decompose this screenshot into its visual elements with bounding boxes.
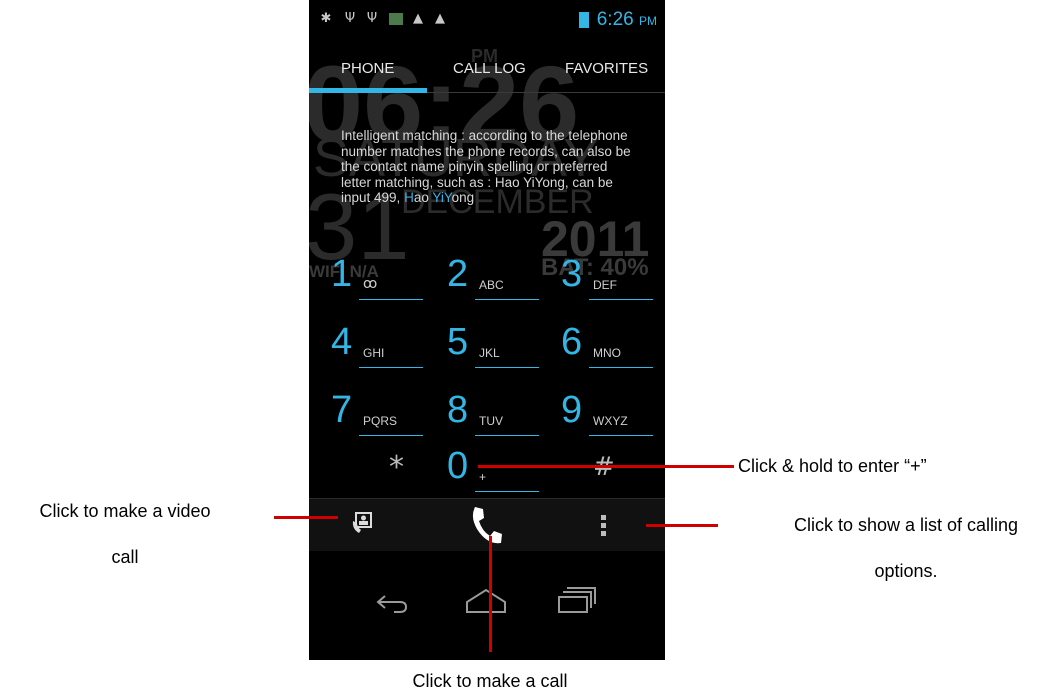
annotation-make-call: Click to make a call <box>412 671 568 691</box>
tab-divider <box>427 92 665 93</box>
phone-screen: PM 06:26 SATURDAY 31 DECEMBER 2011 WIFI … <box>309 0 665 660</box>
home-icon <box>466 588 506 613</box>
key-star[interactable]: * <box>389 450 404 485</box>
usb-icon: Ψ <box>366 11 378 26</box>
annotation-options: Click to show a list of calling options. <box>750 508 1062 588</box>
key-letters: + <box>479 470 487 484</box>
key-digit: 6 <box>561 321 583 363</box>
key-underline <box>475 367 539 368</box>
hint-text-ao: ao <box>413 190 433 205</box>
key-letters: WXYZ <box>593 414 628 428</box>
annotation-line-options <box>646 524 718 527</box>
back-button[interactable] <box>375 592 409 619</box>
warning-icon: ▲ <box>413 11 423 26</box>
video-call-icon <box>352 512 372 533</box>
phone-icon <box>472 507 502 544</box>
hint-text: Intelligent matching : according to the … <box>341 128 631 205</box>
key-digit: 5 <box>447 321 469 363</box>
key-underline <box>475 491 539 492</box>
key-underline <box>589 367 653 368</box>
key-2[interactable]: 2 ABC <box>447 248 547 300</box>
recent-apps-icon <box>558 587 596 613</box>
key-underline <box>475 435 539 436</box>
key-letters: MNO <box>593 346 621 360</box>
hint-highlight-yi: Yi <box>432 190 444 205</box>
key-digit: 9 <box>561 389 583 431</box>
annotation-video-call: Click to make a video call <box>0 494 250 574</box>
status-time: 6:26 <box>596 9 634 30</box>
key-letters: TUV <box>479 414 503 428</box>
usb-icon: Ψ <box>344 11 356 26</box>
hint-text-ong: ong <box>451 190 475 205</box>
key-letters: JKL <box>479 346 500 360</box>
tab-phone[interactable]: PHONE <box>341 60 394 77</box>
navigation-bar <box>309 556 665 660</box>
key-digit: 1 <box>331 253 353 295</box>
key-4[interactable]: 4 GHI <box>331 316 431 368</box>
key-underline <box>359 435 423 436</box>
annotation-options-line1: Click to show a list of calling <box>793 515 1019 535</box>
key-6[interactable]: 6 MNO <box>561 316 661 368</box>
warning-icon: ▲ <box>435 11 445 26</box>
key-underline <box>589 435 653 436</box>
overflow-menu-button[interactable] <box>601 515 607 537</box>
key-digit: 3 <box>561 253 583 295</box>
key-digit: 7 <box>331 389 353 431</box>
annotation-line-video-call <box>274 516 338 519</box>
key-underline <box>475 299 539 300</box>
key-letters: DEF <box>593 278 617 292</box>
overflow-menu-icon <box>601 515 606 536</box>
tab-favorites[interactable]: FAVORITES <box>565 60 648 77</box>
hint-highlight-y: Y <box>443 190 452 205</box>
annotation-hold-plus: Click & hold to enter “+” <box>738 456 927 476</box>
key-9[interactable]: 9 WXYZ <box>561 384 661 436</box>
matching-hint: Intelligent matching : according to the … <box>341 128 641 206</box>
key-digit: 0 <box>447 445 469 487</box>
bug-icon: ✱ <box>320 11 332 26</box>
key-digit: 8 <box>447 389 469 431</box>
key-7[interactable]: 7 PQRS <box>331 384 431 436</box>
dialer-action-bar <box>309 498 665 551</box>
tab-selected-indicator <box>309 88 427 93</box>
key-digit: 2 <box>447 253 469 295</box>
status-bar: ✱ Ψ Ψ ▲ ▲ 6:26 PM <box>309 0 665 38</box>
call-button[interactable] <box>469 505 503 545</box>
battery-charging-icon <box>579 12 589 28</box>
key-letters: PQRS <box>363 414 398 428</box>
home-button[interactable] <box>465 588 507 619</box>
annotation-video-call-line1: Click to make a video <box>39 501 211 521</box>
key-underline <box>359 299 423 300</box>
hint-highlight-h: H <box>404 190 414 205</box>
key-8[interactable]: 8 TUV <box>447 384 547 436</box>
key-digit: 4 <box>331 321 353 363</box>
video-call-button[interactable] <box>351 511 373 535</box>
status-clock: 6:26 PM <box>597 9 657 31</box>
key-letters: GHI <box>363 346 385 360</box>
key-underline <box>589 299 653 300</box>
voicemail-icon: ꝏ <box>363 276 378 292</box>
key-letters: ABC <box>479 278 504 292</box>
annotation-options-line2: options. <box>874 561 938 581</box>
key-1[interactable]: 1 ꝏ <box>331 248 431 300</box>
tab-call-log[interactable]: CALL LOG <box>453 60 526 77</box>
annotation-line-make-call <box>489 536 492 652</box>
annotation-video-call-line2: call <box>111 547 139 567</box>
key-3[interactable]: 3 DEF <box>561 248 661 300</box>
key-underline <box>359 367 423 368</box>
annotation-line-hold-plus <box>478 465 734 468</box>
back-icon <box>376 595 408 613</box>
status-ampm: PM <box>639 14 657 28</box>
recent-apps-button[interactable] <box>557 586 597 619</box>
image-icon <box>389 13 403 25</box>
key-5[interactable]: 5 JKL <box>447 316 547 368</box>
